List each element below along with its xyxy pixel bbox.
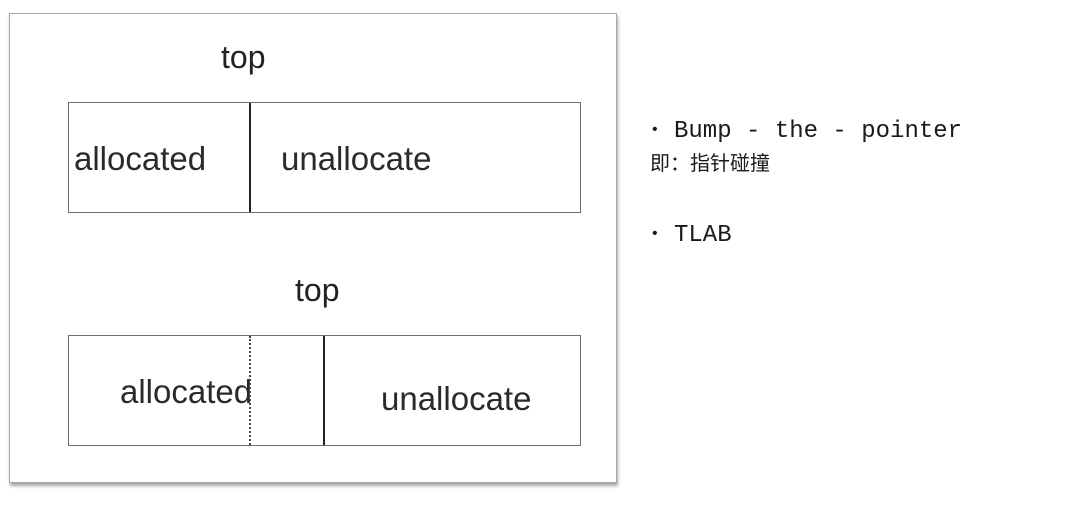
- bullet-icon: •: [650, 225, 660, 243]
- top-pointer-divider: [323, 336, 325, 445]
- allocated-region-label: allocated: [120, 373, 253, 410]
- unallocated-region-label: unallocate: [281, 140, 432, 177]
- unallocated-region-label: unallocate: [381, 380, 532, 417]
- top-pointer-label-2: top: [295, 272, 340, 308]
- top-pointer-divider: [249, 103, 251, 212]
- diagram-panel: top allocated unallocate top allocated u…: [9, 13, 617, 483]
- bullet-icon: •: [650, 121, 660, 139]
- allocated-region-label: allocated: [74, 140, 207, 177]
- notes-list: • Bump - the - pointer 即：指针碰撞 • TLAB: [650, 118, 1060, 249]
- note-item-tlab: • TLAB: [650, 222, 1060, 249]
- note-text: TLAB: [674, 222, 732, 249]
- memory-box-tlab: allocated unallocate: [68, 335, 581, 446]
- memory-box-bump-pointer: allocated unallocate: [68, 102, 581, 213]
- old-top-pointer-divider: [249, 336, 251, 445]
- note-subtext: 即：指针碰撞: [650, 151, 770, 175]
- note-item-bump-pointer: • Bump - the - pointer: [650, 118, 1060, 145]
- note-text: Bump - the - pointer: [674, 118, 963, 145]
- top-pointer-label-1: top: [221, 39, 266, 75]
